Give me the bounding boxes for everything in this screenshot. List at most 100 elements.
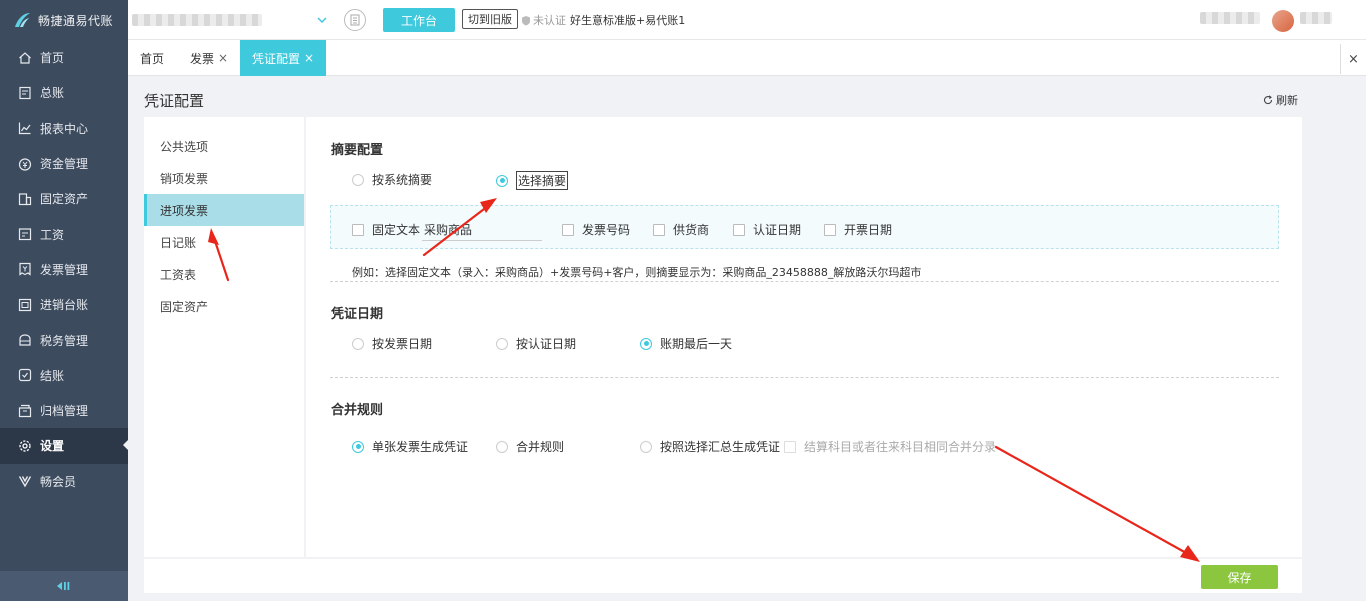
sidebar-item-label: 首页 — [40, 51, 65, 66]
sidebar-item-tax[interactable]: 税务管理 — [0, 322, 128, 357]
close-account-icon — [18, 368, 32, 382]
save-button[interactable]: 保存 — [1201, 565, 1278, 589]
radio-label: 合并规则 — [516, 440, 565, 454]
avatar[interactable] — [1272, 10, 1294, 32]
radio-period-last-day[interactable]: 账期最后一天 — [640, 335, 732, 352]
tab-home[interactable]: 首页 — [128, 40, 176, 76]
checkbox-issue-date[interactable]: 开票日期 — [824, 221, 892, 238]
radio-circle — [640, 337, 652, 350]
document-icon[interactable] — [344, 9, 366, 31]
sidebar-item-fixed-assets[interactable]: 固定资产 — [0, 181, 128, 216]
checkbox-label: 固定文本 — [372, 223, 421, 237]
radio-by-certification-date[interactable]: 按认证日期 — [496, 335, 576, 352]
footer-bar — [144, 559, 1302, 593]
submenu-purchase-invoice[interactable]: 进项发票 — [144, 194, 304, 226]
radio-circle — [352, 173, 364, 186]
checkbox-merge-same-account[interactable]: 结算科目或者往来科目相同合并分录 — [784, 438, 996, 455]
sidebar-item-close-account[interactable]: 结账 — [0, 358, 128, 393]
chevron-down-icon — [317, 17, 327, 24]
sidebar-item-label: 进销台账 — [40, 298, 89, 313]
workbench-button[interactable]: 工作台 — [383, 8, 455, 32]
sidebar-item-home[interactable]: 首页 — [0, 40, 128, 75]
checkbox-invoice-number[interactable]: 发票号码 — [562, 221, 630, 238]
sidebar-item-vip[interactable]: 畅会员 — [0, 464, 128, 499]
close-all-tabs-icon[interactable]: × — [1340, 44, 1366, 74]
voucher-date-title: 凭证日期 — [331, 307, 384, 322]
checkbox-square — [824, 223, 836, 236]
blurred-user-name — [1300, 12, 1332, 24]
radio-circle — [640, 440, 652, 453]
archive-icon — [18, 404, 32, 418]
submenu-sales-invoice[interactable]: 销项发票 — [144, 162, 304, 194]
config-category-menu: 公共选项 销项发票 进项发票 日记账 工资表 固定资产 — [144, 117, 304, 557]
checkbox-supplier[interactable]: 供货商 — [653, 221, 709, 238]
tax-icon — [18, 333, 32, 347]
sidebar-item-label: 发票管理 — [40, 262, 89, 277]
checkbox-label: 开票日期 — [844, 223, 893, 237]
sidebar-item-label: 税务管理 — [40, 333, 89, 348]
checkbox-certification-date[interactable]: 认证日期 — [733, 221, 801, 238]
checkbox-label: 结算科目或者往来科目相同合并分录 — [804, 440, 997, 454]
edition-text: 好生意标准版+易代账1 — [570, 14, 686, 27]
radio-single-invoice-voucher[interactable]: 单张发票生成凭证 — [352, 438, 468, 455]
sidebar-item-salary[interactable]: 工资 — [0, 216, 128, 251]
section-divider — [330, 281, 1279, 282]
radio-label: 选择摘要 — [516, 171, 569, 190]
asset-icon — [18, 192, 32, 206]
submenu-fixed-assets[interactable]: 固定资产 — [144, 290, 304, 322]
sidebar-item-settings[interactable]: 设置 — [0, 428, 128, 464]
close-icon[interactable]: × — [218, 51, 228, 65]
checkbox-square — [733, 223, 745, 236]
radio-label: 账期最后一天 — [660, 337, 733, 351]
sidebar: 首页 总账 报表中心 资金管理 固定资产 工资 发票管理 进销台账 税务管理 结… — [0, 40, 128, 601]
submenu-public-options[interactable]: 公共选项 — [144, 130, 304, 162]
account-selector[interactable] — [120, 6, 336, 34]
submenu-journal[interactable]: 日记账 — [144, 226, 304, 258]
app-logo[interactable]: 畅捷通易代账 — [0, 0, 128, 40]
sidebar-item-ledger[interactable]: 总账 — [0, 75, 128, 110]
gear-icon — [18, 439, 32, 453]
checkbox-fixed-text[interactable]: 固定文本 — [352, 221, 420, 238]
sidebar-item-reports[interactable]: 报表中心 — [0, 111, 128, 146]
sidebar-item-label: 归档管理 — [40, 404, 89, 419]
section-divider — [330, 377, 1279, 378]
money-icon — [18, 157, 32, 171]
sidebar-item-archive[interactable]: 归档管理 — [0, 393, 128, 428]
checkbox-square — [653, 223, 665, 236]
logo-text: 畅捷通易代账 — [38, 13, 114, 28]
radio-circle — [496, 440, 508, 453]
sidebar-item-funds[interactable]: 资金管理 — [0, 146, 128, 181]
sidebar-item-sales-purchase-ledger[interactable]: 进销台账 — [0, 287, 128, 322]
radio-system-summary[interactable]: 按系统摘要 — [352, 171, 432, 188]
tab-voucher-config[interactable]: 凭证配置 × — [240, 40, 326, 76]
account-book-icon — [18, 298, 32, 312]
switch-old-version-button[interactable]: 切到旧版 — [462, 9, 518, 29]
radio-label: 按发票日期 — [372, 337, 433, 351]
radio-circle — [352, 440, 364, 453]
refresh-button[interactable]: 刷新 — [1263, 92, 1298, 108]
tab-invoice[interactable]: 发票 × — [180, 40, 238, 76]
merge-rules-title: 合并规则 — [331, 403, 384, 418]
submenu-salary-sheet[interactable]: 工资表 — [144, 258, 304, 290]
radio-label: 按认证日期 — [516, 337, 577, 351]
ledger-icon — [18, 86, 32, 100]
checkbox-label: 认证日期 — [753, 223, 802, 237]
radio-merge-rules[interactable]: 合并规则 — [496, 438, 564, 455]
sidebar-item-label: 畅会员 — [40, 474, 77, 489]
radio-by-invoice-date[interactable]: 按发票日期 — [352, 335, 432, 352]
radio-summary-by-selection[interactable]: 按照选择汇总生成凭证 — [640, 438, 780, 455]
radio-select-summary[interactable]: 选择摘要 — [496, 171, 569, 190]
checkbox-square — [562, 223, 574, 236]
sidebar-item-label: 固定资产 — [40, 192, 89, 207]
close-icon[interactable]: × — [304, 51, 314, 65]
tab-bar: 首页 发票 × 凭证配置 × × — [128, 40, 1366, 76]
sidebar-item-invoice-management[interactable]: 发票管理 — [0, 252, 128, 287]
radio-label: 按系统摘要 — [372, 173, 433, 187]
config-panel — [306, 117, 1302, 557]
sidebar-collapse-button[interactable] — [0, 571, 128, 601]
home-icon — [18, 51, 32, 65]
cert-status-text: 未认证 — [533, 14, 566, 27]
sidebar-item-label: 设置 — [40, 439, 65, 454]
sidebar-item-label: 结账 — [40, 368, 65, 383]
fixed-text-input[interactable] — [422, 219, 542, 241]
